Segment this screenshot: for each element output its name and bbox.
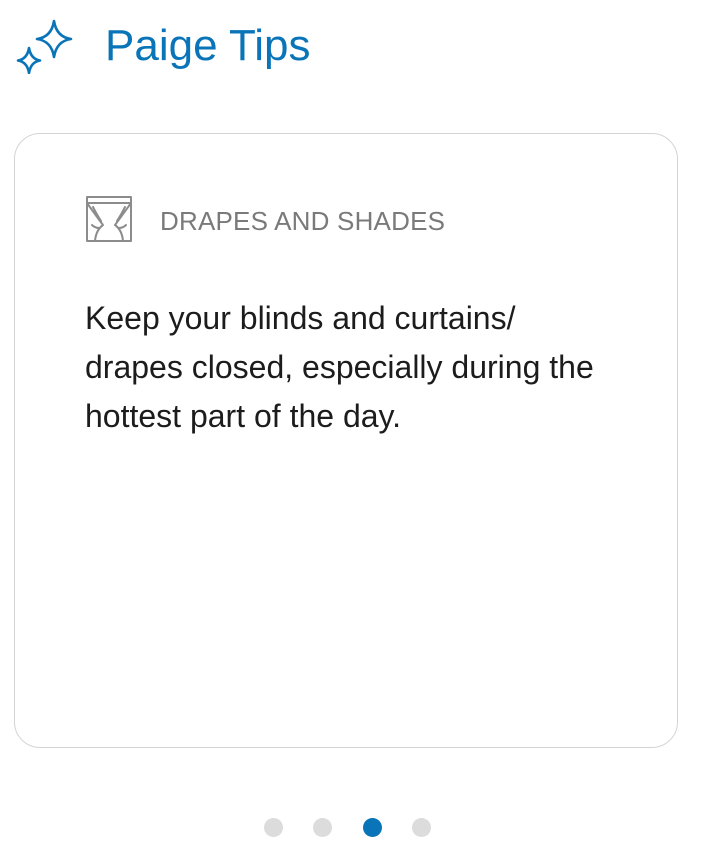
tip-card: DRAPES AND SHADES Keep your blinds and c… bbox=[14, 133, 678, 748]
pagination-dots bbox=[0, 818, 710, 838]
page-title: Paige Tips bbox=[105, 21, 311, 70]
page-dot-2[interactable] bbox=[313, 818, 332, 837]
tip-text: Keep your blinds and curtains/ drapes cl… bbox=[85, 300, 594, 434]
sparkle-icon bbox=[16, 19, 73, 74]
page-dot-3[interactable] bbox=[363, 818, 382, 837]
header: Paige Tips bbox=[0, 0, 710, 100]
page-dot-4[interactable] bbox=[412, 818, 431, 837]
page-dot-1[interactable] bbox=[264, 818, 283, 837]
tip-category: DRAPES AND SHADES bbox=[160, 206, 446, 236]
curtains-icon bbox=[86, 196, 132, 242]
